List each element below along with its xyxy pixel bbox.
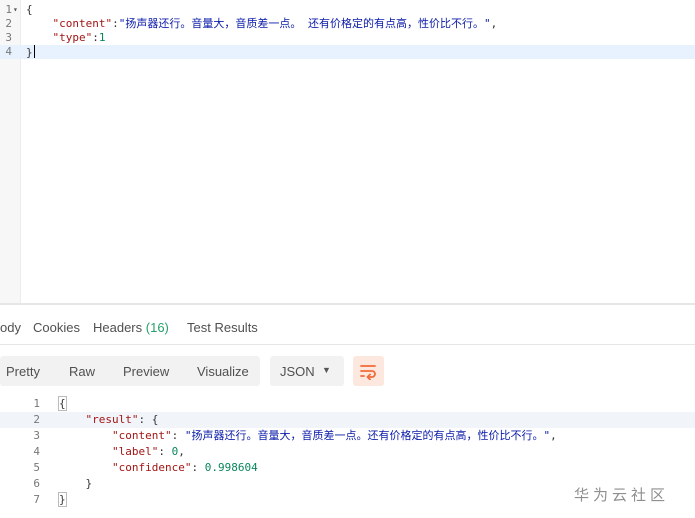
response-line: 3 "content": "扬声器还行。音量大，音质差一点。还有价格定的有点高，… [0,428,695,444]
json-string-value: "扬声器还行。音量大，音质差一点。 还有价格定的有点高，性价比不行。" [118,17,491,30]
tab-test-results[interactable]: Test Results [187,320,258,335]
line-number: 3 [33,429,40,442]
json-key: "content" [111,429,172,442]
headers-count-badge: (16) [145,320,169,335]
response-line: 5 "confidence": 0.998604 [0,460,695,476]
line-number: 2 [33,413,40,426]
json-number-value: 0.998604 [204,461,258,474]
language-select-value: JSON [280,364,315,379]
tab-headers[interactable]: Headers (16) [93,320,169,335]
json-key: "label" [111,445,159,458]
tab-cookies[interactable]: Cookies [33,320,80,335]
fold-caret-icon[interactable]: ▾ [13,3,18,17]
caret-down-icon: ▼ [322,365,331,375]
json-number-value: 1 [98,31,106,44]
line-number: 5 [33,461,40,474]
visualize-button[interactable]: Visualize [197,364,249,379]
text-cursor [33,45,35,58]
request-body-editor[interactable]: 1 ▾ { 2 "content":"扬声器还行。音量大，音质差一点。 还有价格… [0,0,695,303]
line-number: 4 [33,445,40,458]
json-key: "type" [52,31,93,44]
request-line: 2 "content":"扬声器还行。音量大，音质差一点。 还有价格定的有点高，… [0,17,695,31]
raw-button[interactable]: Raw [69,364,95,379]
line-number: 4 [5,45,12,58]
line-number: 7 [33,493,40,506]
response-line: 1 { [0,396,695,412]
request-line: 3 "type":1 [0,31,695,45]
request-line: 1 ▾ { [0,3,695,17]
language-select[interactable]: JSON ▼ [270,356,344,386]
json-string-value: "扬声器还行。音量大，音质差一点。还有价格定的有点高，性价比不行。" [184,429,551,442]
response-line: 2 "result": { [0,412,695,428]
wrap-lines-icon [360,365,376,380]
line-number: 1 [33,397,40,410]
wrap-lines-button[interactable] [353,356,384,386]
preview-button[interactable]: Preview [123,364,169,379]
response-format-toolbar: Pretty Raw Preview Visualize [0,356,260,386]
watermark-text: 华为云社区 [574,486,670,504]
line-number: 3 [5,31,12,44]
line-number: 1 [5,3,12,16]
line-number: 6 [33,477,40,490]
response-line: 4 "label": 0, [0,444,695,460]
response-tabs: ody Cookies Headers (16) Test Results [0,305,695,345]
request-line-active: 4 } [0,45,695,59]
line-number: 2 [5,17,12,30]
tab-body[interactable]: ody [0,320,21,335]
json-key: "content" [52,17,113,30]
pretty-button[interactable]: Pretty [6,364,40,379]
json-key: "result" [85,413,139,426]
json-key: "confidence" [111,461,192,474]
tab-headers-label: Headers [93,320,143,335]
